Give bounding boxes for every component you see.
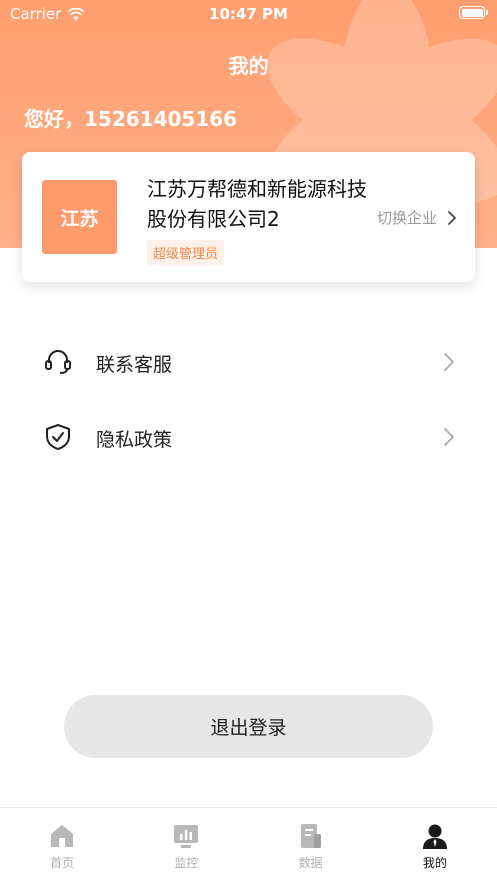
menu-item-label: 隐私政策: [96, 429, 173, 451]
chevron-right-icon: [444, 353, 454, 371]
tab-monitor[interactable]: 监控: [124, 808, 248, 883]
monitor-icon: [174, 825, 199, 848]
chevron-right-icon: [444, 428, 454, 446]
menu-item-privacy-policy[interactable]: 隐私政策: [0, 407, 497, 467]
status-time: 10:47 PM: [209, 5, 288, 23]
company-logo: 江苏: [42, 180, 117, 254]
data-icon: [300, 824, 321, 848]
tab-mine[interactable]: 我的: [373, 808, 497, 883]
battery-icon: [459, 6, 488, 19]
tab-home[interactable]: 首页: [0, 808, 124, 883]
shield-check-icon: [46, 424, 70, 450]
greeting-text: 您好，15261405166: [24, 107, 238, 131]
switch-company-button[interactable]: 切换企业: [377, 207, 457, 228]
headset-icon: [45, 350, 71, 374]
tab-label: 首页: [50, 856, 75, 870]
switch-company-label: 切换企业: [376, 209, 437, 227]
status-bar: Carrier 10:47 PM: [0, 0, 497, 28]
tab-label: 监控: [174, 856, 199, 870]
chevron-right-icon: [448, 210, 456, 225]
page-title: 我的: [228, 54, 269, 78]
role-badge: 超级管理员: [147, 240, 225, 265]
home-icon: [51, 825, 74, 847]
logout-button[interactable]: 退出登录: [64, 695, 433, 758]
tab-label: 数据: [298, 856, 323, 870]
menu-item-contact-service[interactable]: 联系客服: [0, 332, 497, 392]
tab-bar: 首页 监控 数据 我的: [0, 807, 497, 883]
company-name: 江苏万帮德和新能源科技股份有限公司2: [147, 177, 367, 231]
menu-item-label: 联系客服: [96, 354, 173, 376]
tab-label: 我的: [422, 856, 447, 870]
tab-data[interactable]: 数据: [249, 808, 373, 883]
company-card: 江苏 江苏万帮德和新能源科技股份有限公司2 超级管理员 切换企业: [22, 152, 475, 282]
user-icon: [422, 824, 447, 849]
